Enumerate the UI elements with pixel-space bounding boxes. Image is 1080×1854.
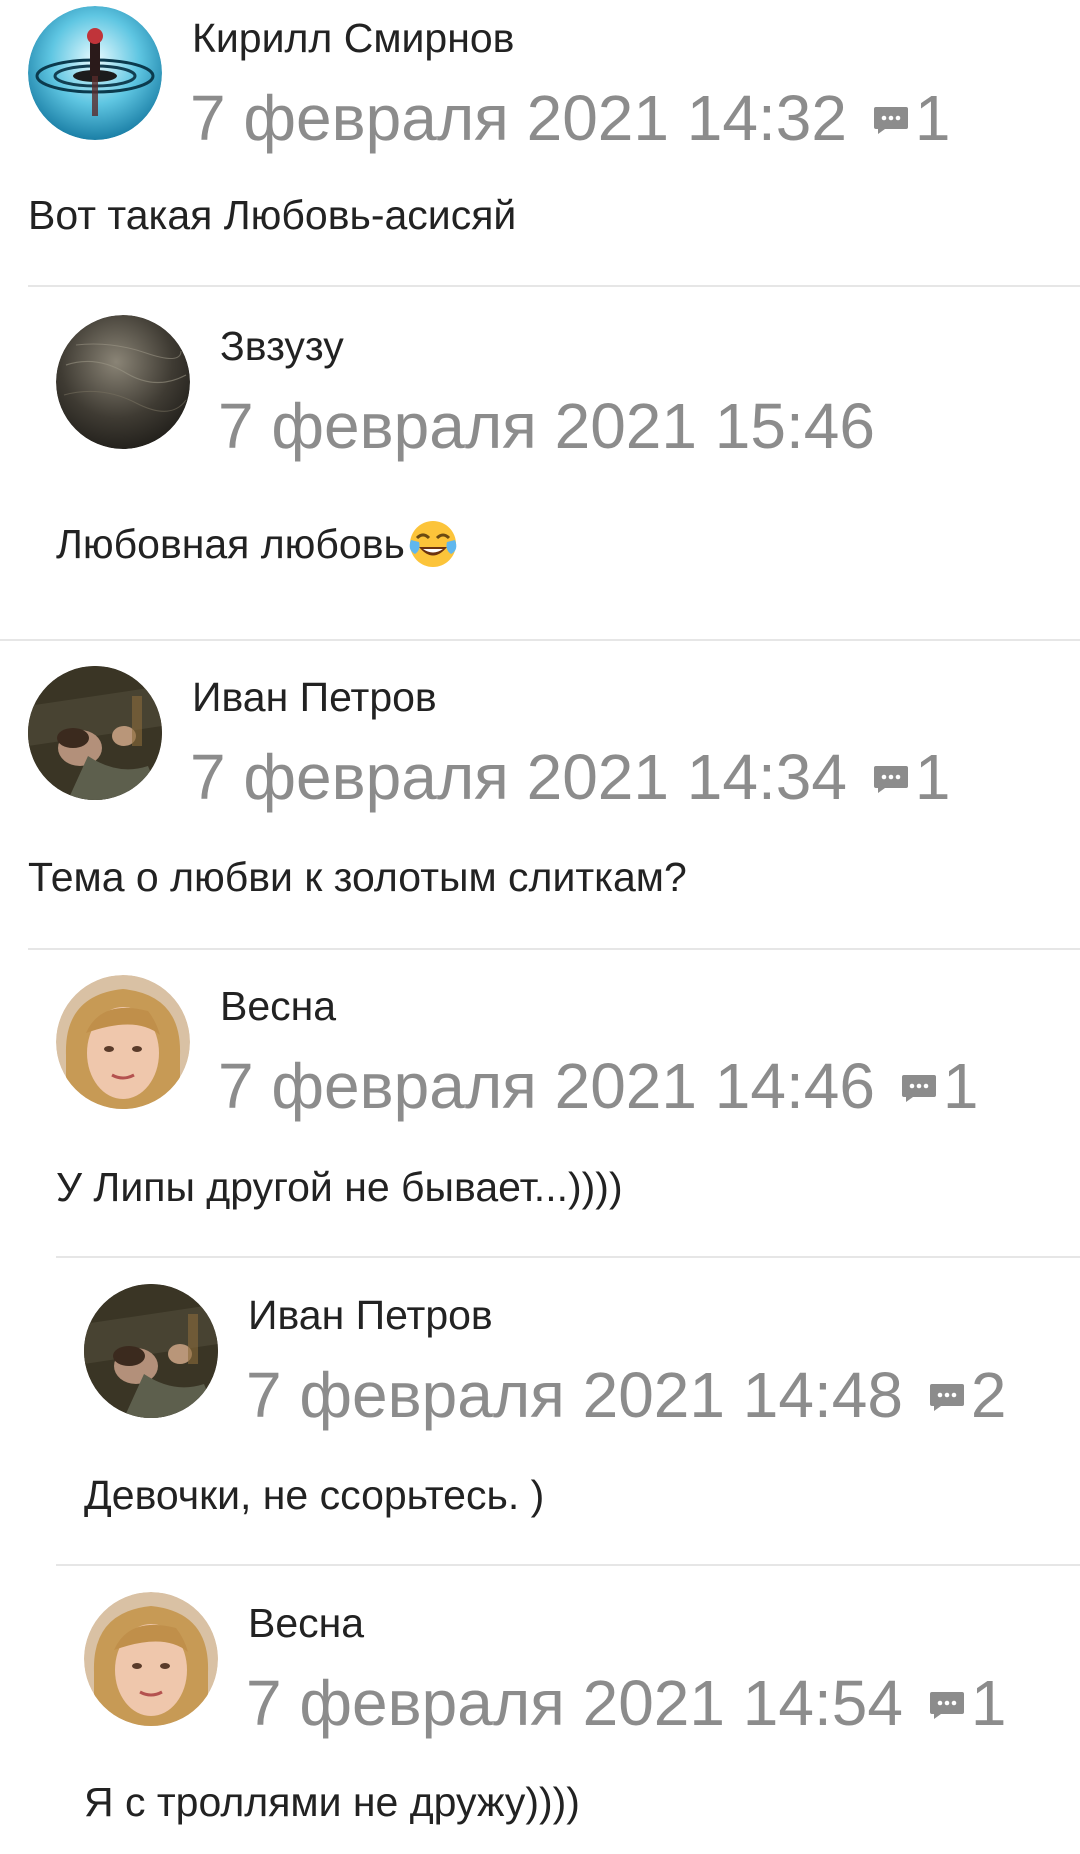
comment-date[interactable]: 7 февраля 2021 14:48 xyxy=(246,1357,903,1433)
comment-meta: 7 февраля 2021 14:34 1 xyxy=(190,739,951,815)
comment-meta: 7 февраля 2021 14:32 1 xyxy=(190,80,951,156)
divider xyxy=(56,1564,1080,1566)
divider xyxy=(56,1256,1080,1258)
dark-texture-avatar[interactable] xyxy=(56,315,190,449)
comment-author[interactable]: Иван Петров xyxy=(192,673,437,721)
reply-count[interactable]: 1 xyxy=(915,739,951,815)
comment-meta: 7 февраля 2021 14:48 2 xyxy=(246,1357,1007,1433)
comment-author[interactable]: Весна xyxy=(220,982,336,1030)
comment-text: Вот такая Любовь-асисяй xyxy=(28,192,517,238)
comment-text: Тема о любви к золотым слиткам? xyxy=(28,854,687,900)
comment-text: Я с троллями не дружу)))) xyxy=(84,1779,580,1825)
comment-author[interactable]: Кирилл Смирнов xyxy=(192,14,514,62)
reply-count[interactable]: 1 xyxy=(915,80,951,156)
man-lying-avatar[interactable] xyxy=(84,1284,218,1418)
woman-face-avatar[interactable] xyxy=(56,975,190,1109)
comment-author[interactable]: Весна xyxy=(248,1599,364,1647)
comment-text: Девочки, не ссорьтесь. ) xyxy=(84,1472,545,1518)
tears-of-joy-emoji xyxy=(407,518,459,570)
reply-count[interactable]: 1 xyxy=(943,1048,979,1124)
comment-date[interactable]: 7 февраля 2021 14:34 xyxy=(190,739,847,815)
woman-face-avatar[interactable] xyxy=(84,1592,218,1726)
comment-author[interactable]: Иван Петров xyxy=(248,1291,493,1339)
comment-text-content: Любовная любовь xyxy=(56,521,405,567)
divider xyxy=(28,948,1080,950)
comment-date[interactable]: 7 февраля 2021 14:54 xyxy=(246,1665,903,1741)
comment: Кирилл Смирнов 7 февраля 2021 14:32 1 Во… xyxy=(0,0,1080,287)
divider xyxy=(28,285,1080,287)
man-lying-avatar[interactable] xyxy=(28,666,162,800)
comment-date[interactable]: 7 февраля 2021 15:46 xyxy=(218,388,875,464)
comment-author[interactable]: Звзузу xyxy=(220,322,344,370)
comment-bubble-icon[interactable] xyxy=(929,1690,965,1720)
comment-text: У Липы другой не бывает...)))) xyxy=(56,1164,623,1210)
comment-bubble-icon[interactable] xyxy=(873,764,909,794)
comment-text: Любовная любовь xyxy=(56,518,459,570)
comment-bubble-icon[interactable] xyxy=(901,1073,937,1103)
comment-meta: 7 февраля 2021 14:46 1 xyxy=(218,1048,979,1124)
comment-bubble-icon[interactable] xyxy=(873,105,909,135)
comment-date[interactable]: 7 февраля 2021 14:32 xyxy=(190,80,847,156)
comment-date[interactable]: 7 февраля 2021 14:46 xyxy=(218,1048,875,1124)
comment-meta: 7 февраля 2021 14:54 1 xyxy=(246,1665,1007,1741)
reply-count[interactable]: 1 xyxy=(971,1665,1007,1741)
reply-count[interactable]: 2 xyxy=(971,1357,1007,1433)
water-drop-avatar[interactable] xyxy=(28,6,162,140)
divider xyxy=(0,639,1080,641)
comment-meta: 7 февраля 2021 15:46 xyxy=(218,388,875,464)
comment-bubble-icon[interactable] xyxy=(929,1382,965,1412)
